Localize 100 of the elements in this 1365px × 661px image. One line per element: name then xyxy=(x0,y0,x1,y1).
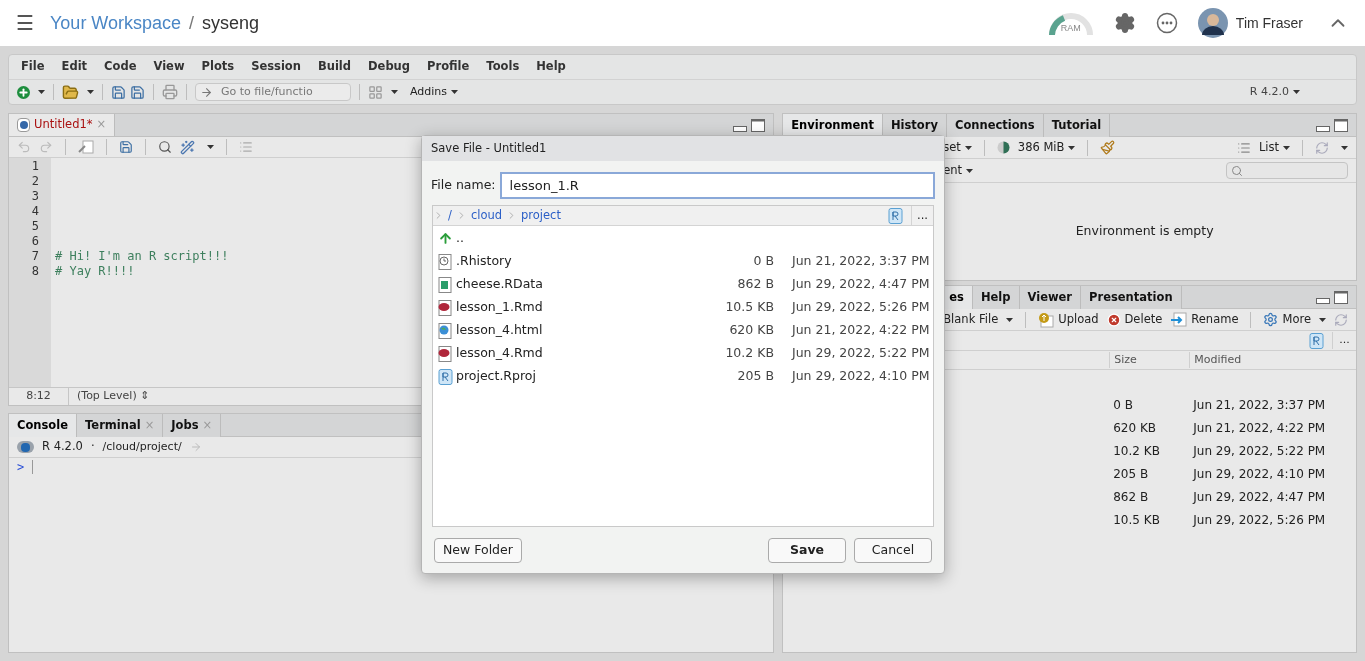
search-field[interactable] xyxy=(1226,162,1348,179)
size-cell-text: 862 B xyxy=(1113,488,1150,506)
pane-tab[interactable]: Environment xyxy=(783,114,883,137)
more-button[interactable]: ... xyxy=(911,206,933,225)
path-link[interactable]: project xyxy=(521,206,561,225)
more-button[interactable]: ... xyxy=(1332,332,1356,349)
editor-tab[interactable]: Untitled1* × xyxy=(9,114,116,136)
file-action[interactable]: Upload xyxy=(1038,310,1099,329)
grid-icon[interactable] xyxy=(368,84,383,100)
r-version-menu[interactable]: R 4.2.0 xyxy=(1249,83,1300,101)
size-cell-text: 0 B xyxy=(1113,396,1134,414)
go-to-file-field[interactable]: Go to file/functio xyxy=(195,83,351,101)
open-folder-icon[interactable] xyxy=(62,83,79,101)
upload-icon xyxy=(1038,311,1055,328)
dialog-title: Save File - Untitled1 xyxy=(431,139,547,157)
caret-icon xyxy=(964,145,972,150)
menu-item[interactable]: Code xyxy=(104,58,137,76)
file-size: 205 B xyxy=(736,367,774,386)
path-link[interactable]: / xyxy=(448,206,452,225)
minimize-icon[interactable] xyxy=(733,126,748,132)
caret-icon xyxy=(1068,145,1076,150)
list-icon xyxy=(1236,140,1251,155)
addins-menu[interactable]: Addins xyxy=(410,83,459,101)
dialog-button[interactable]: Save xyxy=(768,538,846,563)
new-file-icon[interactable] xyxy=(17,85,30,99)
line-number: 2 xyxy=(30,174,39,189)
size-cell-text: 620 KB xyxy=(1113,419,1158,437)
code-tools-icon[interactable] xyxy=(180,139,195,155)
column-header[interactable]: Size xyxy=(1109,351,1190,369)
menu-item[interactable]: File xyxy=(21,58,45,76)
pane-tab[interactable]: Jobs × xyxy=(163,414,222,437)
menu-item[interactable]: Help xyxy=(536,58,566,76)
menu-item[interactable]: Build xyxy=(317,58,352,76)
file-row[interactable]: project.Rproj 205 B Jun 29, 2022, 4:10 PM xyxy=(433,365,933,388)
file-row[interactable]: .. xyxy=(433,227,933,250)
menu-item[interactable]: Profile xyxy=(427,58,470,76)
settings-icon[interactable] xyxy=(1113,12,1136,34)
workspace-link[interactable]: Your Workspace xyxy=(50,9,182,37)
pane-tab[interactable]: Viewer xyxy=(1019,286,1082,309)
more-options-icon[interactable] xyxy=(1155,12,1178,34)
search-icon xyxy=(1231,164,1243,177)
file-row[interactable]: lesson_1.Rmd 10.5 KB Jun 29, 2022, 5:26 PM xyxy=(433,296,933,319)
save-icon[interactable] xyxy=(111,84,126,100)
project-name: syseng xyxy=(202,11,260,35)
menu-item[interactable]: Session xyxy=(251,58,301,76)
modified-cell-text: Jun 21, 2022, 4:22 PM xyxy=(1193,419,1327,437)
view-mode-menu[interactable]: List xyxy=(1258,138,1290,157)
file-row[interactable]: .Rhistory 0 B Jun 21, 2022, 3:37 PM xyxy=(433,250,933,273)
avatar[interactable] xyxy=(1197,8,1228,38)
print-icon[interactable] xyxy=(162,84,178,100)
column-header[interactable]: Modified xyxy=(1189,351,1356,369)
pane-tab[interactable]: Presentation xyxy=(1081,286,1182,309)
maximize-icon[interactable] xyxy=(1334,119,1348,132)
menu-item[interactable]: Plots xyxy=(201,58,235,76)
file-name: lesson_4.Rmd xyxy=(456,344,544,363)
pane-tab[interactable]: Tutorial xyxy=(1043,114,1111,137)
caret-icon xyxy=(1006,317,1014,322)
dot-separator: · xyxy=(90,438,95,456)
project-file-icon xyxy=(437,368,453,385)
file-row[interactable]: lesson_4.Rmd 10.2 KB Jun 29, 2022, 5:22 PM xyxy=(433,342,933,365)
line-number: 1 xyxy=(30,159,39,174)
menu-item[interactable]: View xyxy=(153,58,185,76)
source-icon[interactable] xyxy=(78,140,94,154)
data-file-icon xyxy=(437,276,453,293)
line-number: 4 xyxy=(30,204,39,219)
menu-item[interactable]: Tools xyxy=(486,58,520,76)
code-line: # Hi! I'm an R script!!! xyxy=(55,249,229,264)
dialog-button[interactable]: New Folder xyxy=(434,538,522,563)
file-name-field[interactable]: lesson_1.R xyxy=(499,172,935,199)
menu-item[interactable]: Edit xyxy=(61,58,88,76)
dialog-button[interactable]: Cancel xyxy=(854,538,932,563)
file-action[interactable]: Rename xyxy=(1170,310,1239,329)
memory-usage-menu[interactable]: 386 MiB xyxy=(1017,138,1076,157)
file-action[interactable]: Delete xyxy=(1106,310,1163,329)
pane-tab[interactable]: Terminal × xyxy=(77,414,164,437)
maximize-icon[interactable] xyxy=(751,119,766,132)
minimize-icon[interactable] xyxy=(1316,298,1330,304)
file-row[interactable]: lesson_4.html 620 KB Jun 21, 2022, 4:22 PM xyxy=(433,319,933,342)
file-row[interactable]: cheese.RData 862 B Jun 29, 2022, 4:47 PM xyxy=(433,273,933,296)
pane-tab[interactable]: Help xyxy=(972,286,1020,309)
save-all-icon[interactable] xyxy=(130,84,145,100)
scope-selector[interactable]: (Top Level) ⇕ xyxy=(69,388,158,405)
menu-item[interactable]: Debug xyxy=(368,58,411,76)
save-icon[interactable] xyxy=(119,140,133,154)
file-size: 10.2 KB xyxy=(724,344,774,363)
file-action[interactable]: More xyxy=(1263,310,1326,329)
gear-icon xyxy=(1263,312,1279,327)
maximize-icon[interactable] xyxy=(1334,291,1348,304)
minimize-icon[interactable] xyxy=(1316,126,1330,132)
path-link[interactable]: cloud xyxy=(470,206,503,225)
broom-icon[interactable] xyxy=(1100,140,1116,155)
file-name: cheese.RData xyxy=(456,275,544,294)
search-icon[interactable] xyxy=(158,140,172,154)
menu-button[interactable]: ☰ xyxy=(16,13,34,33)
caret-icon xyxy=(38,90,45,94)
user-name[interactable]: Tim Fraser xyxy=(1235,12,1303,34)
pane-tab[interactable]: Console xyxy=(9,414,77,437)
pane-tab[interactable]: Connections xyxy=(946,114,1044,137)
line-number: 5 xyxy=(30,219,39,234)
file-size: 10.5 KB xyxy=(724,298,774,317)
